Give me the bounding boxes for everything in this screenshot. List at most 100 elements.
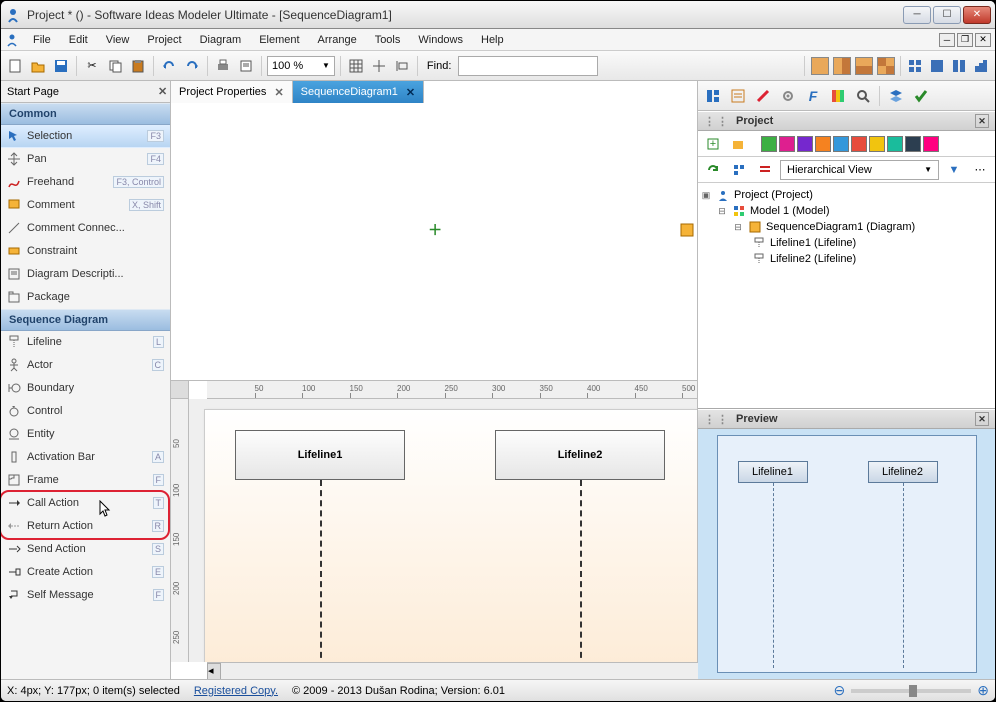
more-button[interactable]: ⋯: [969, 159, 991, 181]
color-swatch[interactable]: [815, 136, 831, 152]
menu-arrange[interactable]: Arrange: [310, 32, 365, 48]
color-swatch[interactable]: [905, 136, 921, 152]
tool-return-action[interactable]: Return ActionR: [1, 515, 170, 538]
save-button[interactable]: [51, 56, 71, 76]
preview-panel-header[interactable]: ⋮⋮Preview✕: [698, 409, 995, 429]
tool-send-action[interactable]: Send ActionS: [1, 538, 170, 561]
find-input[interactable]: [458, 56, 598, 76]
add-folder-button[interactable]: [727, 133, 749, 155]
align-guide-button[interactable]: [392, 56, 412, 76]
menu-diagram[interactable]: Diagram: [192, 32, 250, 48]
tree-model[interactable]: Model 1 (Model): [750, 205, 829, 217]
zoom-slider[interactable]: [851, 689, 971, 693]
tab-options-button[interactable]: [677, 81, 697, 380]
rt-props-icon[interactable]: [727, 85, 749, 107]
tab-seq-close[interactable]: ✕: [406, 86, 415, 99]
print-button[interactable]: [213, 56, 233, 76]
mdi-minimize-button[interactable]: ─: [939, 33, 955, 47]
rt-gear-icon[interactable]: [777, 85, 799, 107]
menu-file[interactable]: File: [25, 32, 59, 48]
cut-button[interactable]: ✂: [82, 56, 102, 76]
tool-frame[interactable]: FrameF: [1, 469, 170, 492]
menu-project[interactable]: Project: [139, 32, 189, 48]
expand-icon[interactable]: ⊟: [732, 222, 744, 233]
project-panel-close[interactable]: ✕: [975, 114, 989, 128]
tree-root[interactable]: Project (Project): [734, 189, 813, 201]
doclist-button[interactable]: [236, 56, 256, 76]
maximize-button[interactable]: ☐: [933, 6, 961, 24]
toolbox-head-sequence[interactable]: Sequence Diagram: [1, 309, 170, 331]
lifeline2-line[interactable]: [580, 480, 582, 663]
tool-comment[interactable]: CommentX, Shift: [1, 194, 170, 217]
rt-palette-icon[interactable]: [827, 85, 849, 107]
color-swatch[interactable]: [923, 136, 939, 152]
snap-button[interactable]: [369, 56, 389, 76]
tree-lifeline2[interactable]: Lifeline2 (Lifeline): [770, 253, 856, 265]
toolbox-head-common[interactable]: Common: [1, 103, 170, 125]
mdi-restore-button[interactable]: ❐: [957, 33, 973, 47]
menu-windows[interactable]: Windows: [410, 32, 471, 48]
tool-actor[interactable]: ActorC: [1, 354, 170, 377]
tool-diagram-descripti-[interactable]: Diagram Descripti...: [1, 263, 170, 286]
refresh-tree-button[interactable]: [702, 159, 724, 181]
canvas[interactable]: Lifeline1 Lifeline2: [189, 399, 697, 663]
tree-diagram[interactable]: SequenceDiagram1 (Diagram): [766, 221, 915, 233]
rt-check-icon[interactable]: [910, 85, 932, 107]
filter-button[interactable]: ▼: [943, 159, 965, 181]
tab-start-close[interactable]: ✕: [152, 82, 170, 101]
paste-button[interactable]: [128, 56, 148, 76]
add-diagram-button[interactable]: +: [702, 133, 724, 155]
tool-entity[interactable]: Entity: [1, 423, 170, 446]
view-stairs-button[interactable]: [971, 56, 991, 76]
tool-create-action[interactable]: Create ActionE: [1, 561, 170, 584]
tool-boundary[interactable]: Boundary: [1, 377, 170, 400]
close-button[interactable]: ✕: [963, 6, 991, 24]
undo-button[interactable]: [159, 56, 179, 76]
open-button[interactable]: [28, 56, 48, 76]
tab-start-page[interactable]: Start Page: [1, 83, 152, 101]
view-tiles-button[interactable]: [905, 56, 925, 76]
new-button[interactable]: [5, 56, 25, 76]
minimize-button[interactable]: ─: [903, 6, 931, 24]
color-swatch[interactable]: [797, 136, 813, 152]
layout3-button[interactable]: [854, 56, 874, 76]
lifeline2-header[interactable]: Lifeline2: [495, 430, 665, 480]
tool-pan[interactable]: PanF4: [1, 148, 170, 171]
lifeline1-line[interactable]: [320, 480, 322, 663]
tool-call-action[interactable]: Call ActionT: [1, 492, 170, 515]
tree-collapse-button[interactable]: [754, 159, 776, 181]
grid-button[interactable]: [346, 56, 366, 76]
color-swatch[interactable]: [869, 136, 885, 152]
menu-view[interactable]: View: [98, 32, 138, 48]
copy-button[interactable]: [105, 56, 125, 76]
tool-comment-connec-[interactable]: Comment Connec...: [1, 217, 170, 240]
rt-project-icon[interactable]: [702, 85, 724, 107]
zoom-in-icon[interactable]: ⊕: [977, 682, 989, 699]
lifeline1-header[interactable]: Lifeline1: [235, 430, 405, 480]
color-swatch[interactable]: [851, 136, 867, 152]
tool-package[interactable]: Package: [1, 286, 170, 309]
tool-activation-bar[interactable]: Activation BarA: [1, 446, 170, 469]
rt-font-icon[interactable]: F: [802, 85, 824, 107]
expand-icon[interactable]: ⊟: [716, 206, 728, 217]
tab-project-properties[interactable]: Project Properties✕: [171, 81, 293, 103]
tab-props-close[interactable]: ✕: [274, 86, 283, 99]
tree-expand-button[interactable]: [728, 159, 750, 181]
preview-canvas[interactable]: Lifeline1 Lifeline2: [698, 429, 995, 679]
project-tree[interactable]: ▣ Project (Project) ⊟ Model 1 (Model) ⊟ Seq…: [698, 183, 995, 408]
color-swatch[interactable]: [833, 136, 849, 152]
tool-selection[interactable]: SelectionF3: [1, 125, 170, 148]
tree-lifeline1[interactable]: Lifeline1 (Lifeline): [770, 237, 856, 249]
color-swatch[interactable]: [761, 136, 777, 152]
redo-button[interactable]: [182, 56, 202, 76]
status-registration-link[interactable]: Registered Copy.: [194, 685, 278, 697]
menu-edit[interactable]: Edit: [61, 32, 96, 48]
zoom-combo[interactable]: ▼: [267, 56, 335, 76]
view-split-button[interactable]: [949, 56, 969, 76]
tool-control[interactable]: Control: [1, 400, 170, 423]
mdi-close-button[interactable]: ✕: [975, 33, 991, 47]
project-panel-header[interactable]: ⋮⋮Project✕: [698, 111, 995, 131]
zoom-out-icon[interactable]: ⊖: [834, 682, 846, 699]
horizontal-scrollbar[interactable]: ◂▸: [207, 662, 715, 679]
expand-icon[interactable]: ▣: [700, 190, 712, 201]
